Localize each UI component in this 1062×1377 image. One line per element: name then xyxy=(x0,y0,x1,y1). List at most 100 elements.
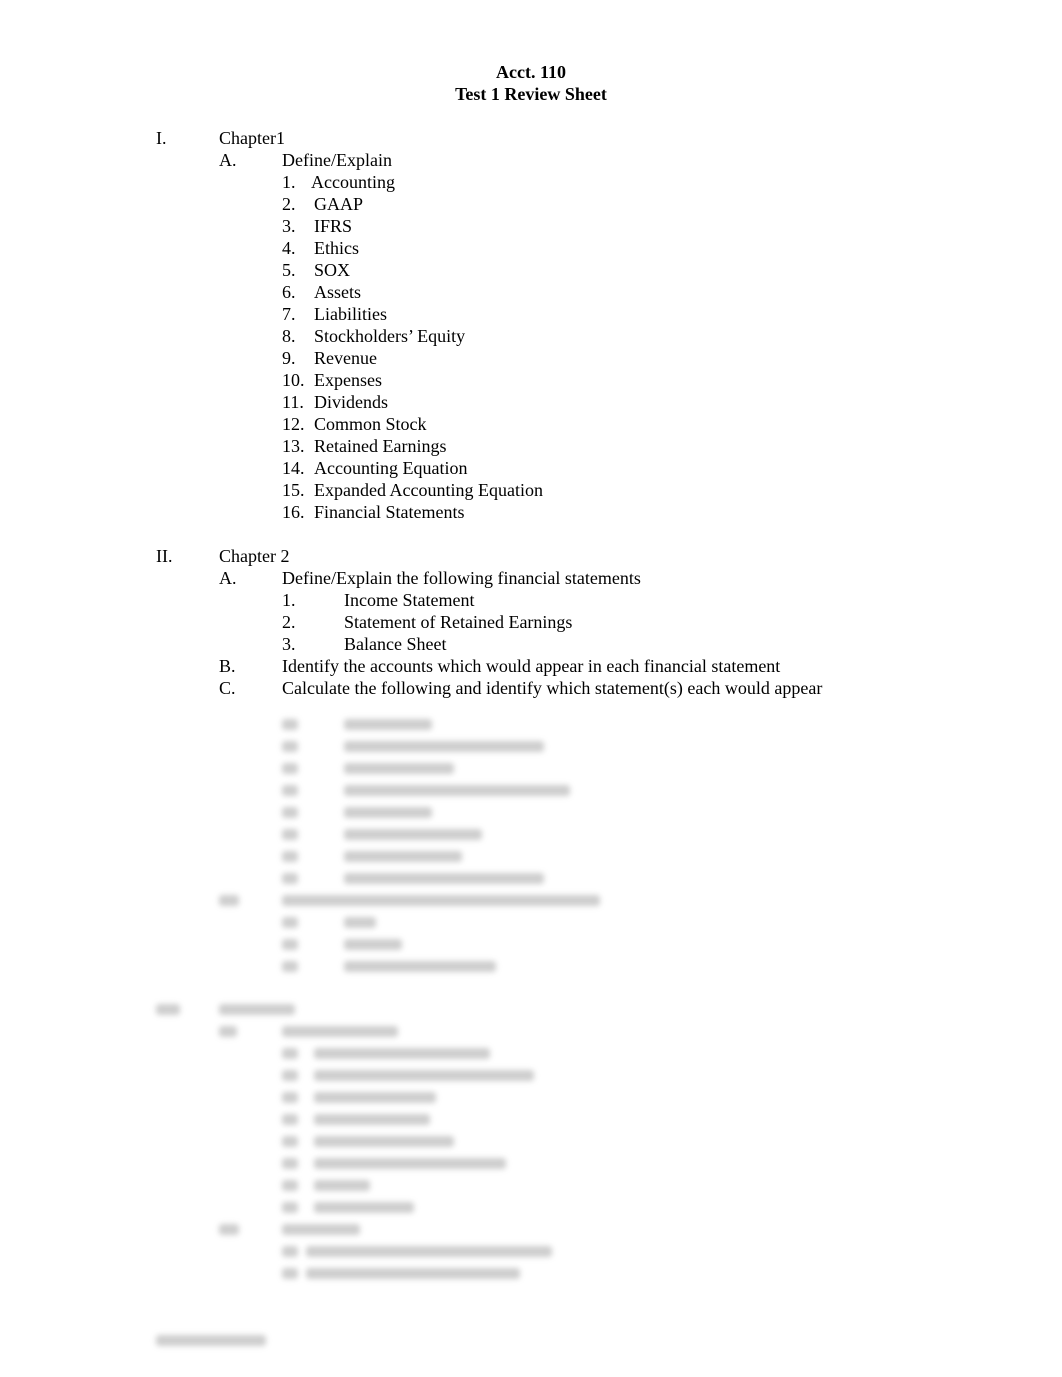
section-numeral: II. xyxy=(156,546,173,566)
list-item: Retained Earnings xyxy=(314,436,447,456)
subsection-text: Identify the accounts which would appear… xyxy=(282,656,781,676)
list-item: Stockholders’ Equity xyxy=(314,326,466,346)
section-heading: Chapter 2 xyxy=(219,546,290,566)
blurred-text-line xyxy=(219,1026,237,1037)
blurred-text-line xyxy=(314,1136,454,1147)
blurred-text-line xyxy=(282,719,298,730)
blurred-text-line xyxy=(282,1092,298,1103)
list-item: Liabilities xyxy=(314,304,387,324)
blurred-text-line xyxy=(344,763,454,774)
blurred-text-line xyxy=(344,917,376,928)
blurred-text-line xyxy=(282,1224,360,1235)
list-item: Common Stock xyxy=(314,414,427,434)
item-number: 11. xyxy=(282,392,304,412)
item-number: 1. xyxy=(282,172,296,192)
blurred-text-line xyxy=(344,807,432,818)
blurred-text-line xyxy=(344,785,570,796)
blurred-text-line xyxy=(282,873,298,884)
blurred-text-line xyxy=(314,1114,430,1125)
item-number: 9. xyxy=(282,348,296,368)
blurred-text-line xyxy=(314,1070,534,1081)
blurred-text-line xyxy=(344,741,544,752)
blurred-text-line xyxy=(219,895,239,906)
blurred-text-line xyxy=(156,1335,266,1346)
blurred-text-line xyxy=(314,1048,490,1059)
blurred-text-line xyxy=(282,1268,298,1279)
blurred-text-line xyxy=(282,807,298,818)
blurred-text-line xyxy=(344,939,402,950)
subsection-letter: C. xyxy=(219,678,236,698)
blurred-text-line xyxy=(282,1180,298,1191)
item-number: 14. xyxy=(282,458,305,478)
blurred-text-line xyxy=(282,961,298,972)
blurred-text-line xyxy=(219,1004,295,1015)
subsection-letter: A. xyxy=(219,568,237,588)
list-item: Ethics xyxy=(314,238,359,258)
blurred-text-line xyxy=(156,1004,180,1015)
section-heading: Chapter1 xyxy=(219,128,285,148)
blurred-text-line xyxy=(219,1224,239,1235)
list-item: Revenue xyxy=(314,348,377,368)
blurred-text-line xyxy=(306,1246,552,1257)
item-number: 16. xyxy=(282,502,305,522)
page-title: Test 1 Review Sheet xyxy=(455,84,607,104)
blurred-text-line xyxy=(314,1158,506,1169)
list-item: Balance Sheet xyxy=(344,634,447,654)
blurred-text-line xyxy=(282,763,298,774)
item-number: 3. xyxy=(282,216,296,236)
item-number: 15. xyxy=(282,480,305,500)
blurred-text-line xyxy=(314,1092,436,1103)
item-number: 5. xyxy=(282,260,296,280)
blurred-text-line xyxy=(282,1114,298,1125)
list-item: Statement of Retained Earnings xyxy=(344,612,573,632)
item-number: 13. xyxy=(282,436,305,456)
blurred-text-line xyxy=(314,1202,414,1213)
item-number: 12. xyxy=(282,414,305,434)
blurred-text-line xyxy=(344,873,544,884)
list-item: Accounting xyxy=(311,172,395,192)
course-title: Acct. 110 xyxy=(496,62,566,82)
blurred-text-line xyxy=(282,1202,298,1213)
list-item: Financial Statements xyxy=(314,502,465,522)
blurred-text-line xyxy=(306,1268,520,1279)
blurred-text-line xyxy=(314,1180,370,1191)
item-number: 2. xyxy=(282,194,296,214)
blurred-text-line xyxy=(344,829,482,840)
blurred-text-line xyxy=(282,917,298,928)
blurred-text-line xyxy=(282,785,298,796)
blurred-text-line xyxy=(344,961,496,972)
list-item: Income Statement xyxy=(344,590,475,610)
item-number: 10. xyxy=(282,370,305,390)
subsection-letter: B. xyxy=(219,656,236,676)
item-number: 4. xyxy=(282,238,296,258)
blurred-text-line xyxy=(282,1158,298,1169)
list-item: Dividends xyxy=(314,392,388,412)
list-item: Expanded Accounting Equation xyxy=(314,480,543,500)
list-item: GAAP xyxy=(314,194,364,214)
blurred-text-line xyxy=(344,719,432,730)
blurred-text-line xyxy=(282,1136,298,1147)
blurred-text-line xyxy=(282,829,298,840)
blurred-text-line xyxy=(282,939,298,950)
list-item: Expenses xyxy=(314,370,382,390)
blurred-text-line xyxy=(282,1070,298,1081)
blurred-text-line xyxy=(344,851,462,862)
item-number: 1. xyxy=(282,590,296,610)
blurred-text-line xyxy=(282,741,298,752)
item-number: 2. xyxy=(282,612,296,632)
item-number: 7. xyxy=(282,304,296,324)
list-item: Accounting Equation xyxy=(314,458,468,478)
list-item: Assets xyxy=(314,282,362,302)
section-numeral: I. xyxy=(156,128,167,148)
item-number: 3. xyxy=(282,634,296,654)
subsection-letter: A. xyxy=(219,150,237,170)
item-number: 6. xyxy=(282,282,296,302)
subsection-text: Define/Explain xyxy=(282,150,392,170)
list-item: IFRS xyxy=(314,216,353,236)
item-number: 8. xyxy=(282,326,296,346)
list-item: SOX xyxy=(314,260,351,280)
subsection-text: Calculate the following and identify whi… xyxy=(282,678,823,698)
blurred-text-line xyxy=(282,851,298,862)
blurred-text-line xyxy=(282,1246,298,1257)
blurred-text-line xyxy=(282,1048,298,1059)
